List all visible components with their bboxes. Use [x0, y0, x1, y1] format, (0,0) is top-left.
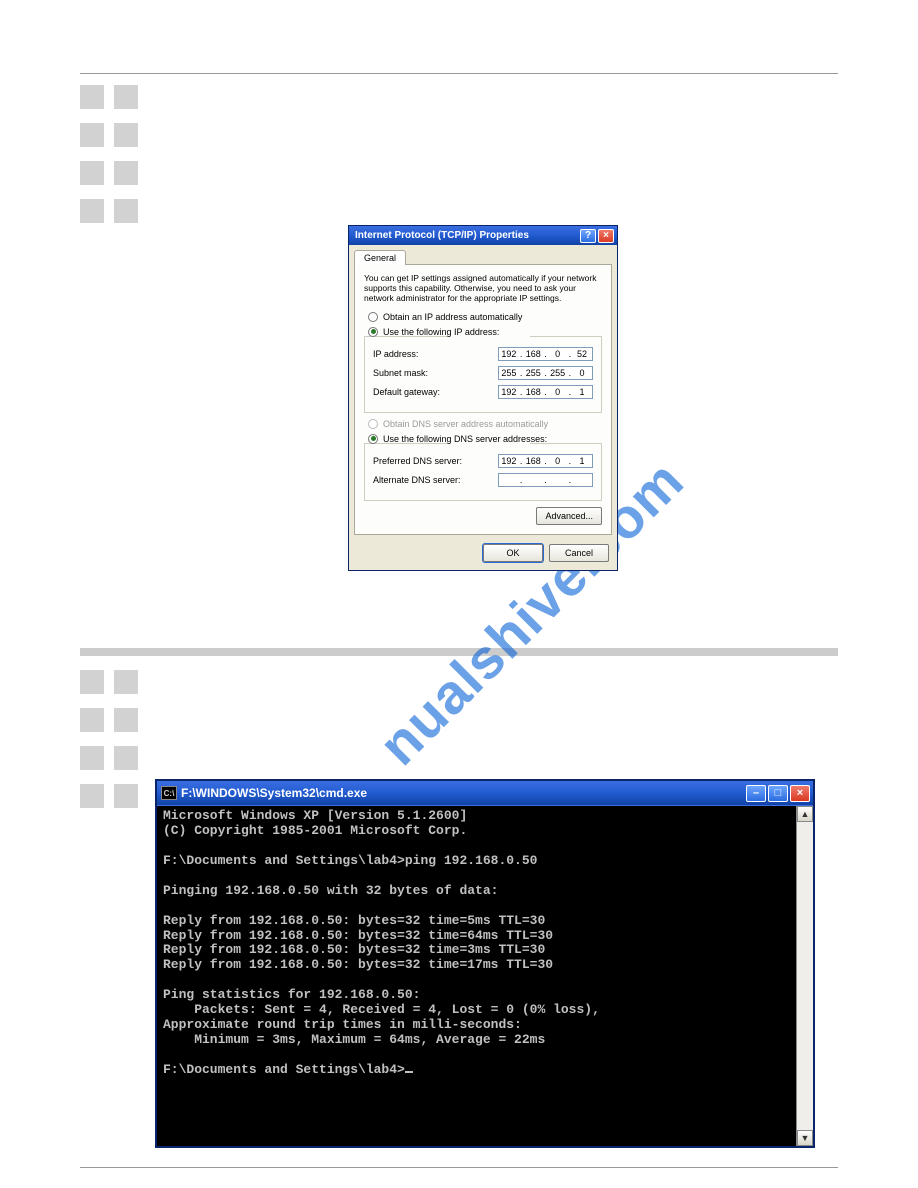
- field-ip-address: IP address: 192. 168. 0. 52: [373, 347, 593, 361]
- radio-label: Use the following DNS server addresses:: [383, 434, 547, 444]
- default-gateway-input[interactable]: 192. 168. 0. 1: [498, 385, 593, 399]
- close-icon[interactable]: ×: [790, 785, 810, 802]
- decor-squares-top: [80, 85, 138, 223]
- field-alternate-dns: Alternate DNS server: . . .: [373, 473, 593, 487]
- radio-icon: [368, 312, 378, 322]
- field-label: Default gateway:: [373, 387, 440, 397]
- radio-use-ip[interactable]: Use the following IP address:: [368, 327, 602, 337]
- radio-obtain-ip[interactable]: Obtain an IP address automatically: [368, 312, 602, 322]
- cmd-icon: C:\: [161, 786, 177, 800]
- cmd-titlebar[interactable]: C:\ F:\WINDOWS\System32\cmd.exe – □ ×: [157, 781, 813, 805]
- alternate-dns-input[interactable]: . . .: [498, 473, 593, 487]
- tab-general[interactable]: General: [354, 250, 406, 265]
- field-default-gateway: Default gateway: 192. 168. 0. 1: [373, 385, 593, 399]
- field-label: IP address:: [373, 349, 418, 359]
- ok-button[interactable]: OK: [483, 544, 543, 562]
- dialog-titlebar[interactable]: Internet Protocol (TCP/IP) Properties ? …: [349, 226, 617, 245]
- scroll-up-icon[interactable]: ▲: [797, 806, 813, 822]
- cmd-title: F:\WINDOWS\System32\cmd.exe: [181, 786, 367, 800]
- maximize-icon[interactable]: □: [768, 785, 788, 802]
- cmd-output: Microsoft Windows XP [Version 5.1.2600] …: [157, 806, 796, 1146]
- decor-squares-bottom: [80, 670, 138, 808]
- intro-text: You can get IP settings assigned automat…: [364, 273, 602, 304]
- field-label: Subnet mask:: [373, 368, 428, 378]
- radio-use-dns[interactable]: Use the following DNS server addresses:: [368, 434, 602, 444]
- preferred-dns-input[interactable]: 192. 168. 0. 1: [498, 454, 593, 468]
- command-prompt-window: C:\ F:\WINDOWS\System32\cmd.exe – □ × Mi…: [155, 779, 815, 1148]
- page-bottom-rule: [80, 1167, 838, 1168]
- radio-icon: [368, 434, 378, 444]
- radio-icon: [368, 327, 378, 337]
- field-preferred-dns: Preferred DNS server: 192. 168. 0. 1: [373, 454, 593, 468]
- advanced-button[interactable]: Advanced...: [536, 507, 602, 525]
- radio-label: Obtain DNS server address automatically: [383, 419, 548, 429]
- cursor-icon: [405, 1071, 413, 1073]
- close-icon[interactable]: ×: [598, 229, 614, 243]
- cancel-button[interactable]: Cancel: [549, 544, 609, 562]
- radio-label: Obtain an IP address automatically: [383, 312, 522, 322]
- field-label: Alternate DNS server:: [373, 475, 461, 485]
- page-mid-rule: [80, 648, 838, 656]
- radio-label: Use the following IP address:: [383, 327, 499, 337]
- cmd-scrollbar[interactable]: ▲ ▼: [796, 806, 813, 1146]
- ip-address-group: IP address: 192. 168. 0. 52 Subnet mask:…: [364, 336, 602, 413]
- radio-obtain-dns: Obtain DNS server address automatically: [368, 419, 602, 429]
- page-top-rule: [80, 73, 838, 74]
- tcpip-properties-dialog: Internet Protocol (TCP/IP) Properties ? …: [348, 225, 618, 571]
- scroll-track[interactable]: [797, 822, 813, 1130]
- field-label: Preferred DNS server:: [373, 456, 462, 466]
- minimize-icon[interactable]: –: [746, 785, 766, 802]
- help-icon[interactable]: ?: [580, 229, 596, 243]
- radio-icon: [368, 419, 378, 429]
- dialog-title: Internet Protocol (TCP/IP) Properties: [355, 230, 529, 241]
- subnet-mask-input[interactable]: 255. 255. 255. 0: [498, 366, 593, 380]
- scroll-down-icon[interactable]: ▼: [797, 1130, 813, 1146]
- field-subnet-mask: Subnet mask: 255. 255. 255. 0: [373, 366, 593, 380]
- ip-address-input[interactable]: 192. 168. 0. 52: [498, 347, 593, 361]
- dns-group: Preferred DNS server: 192. 168. 0. 1 Alt…: [364, 443, 602, 501]
